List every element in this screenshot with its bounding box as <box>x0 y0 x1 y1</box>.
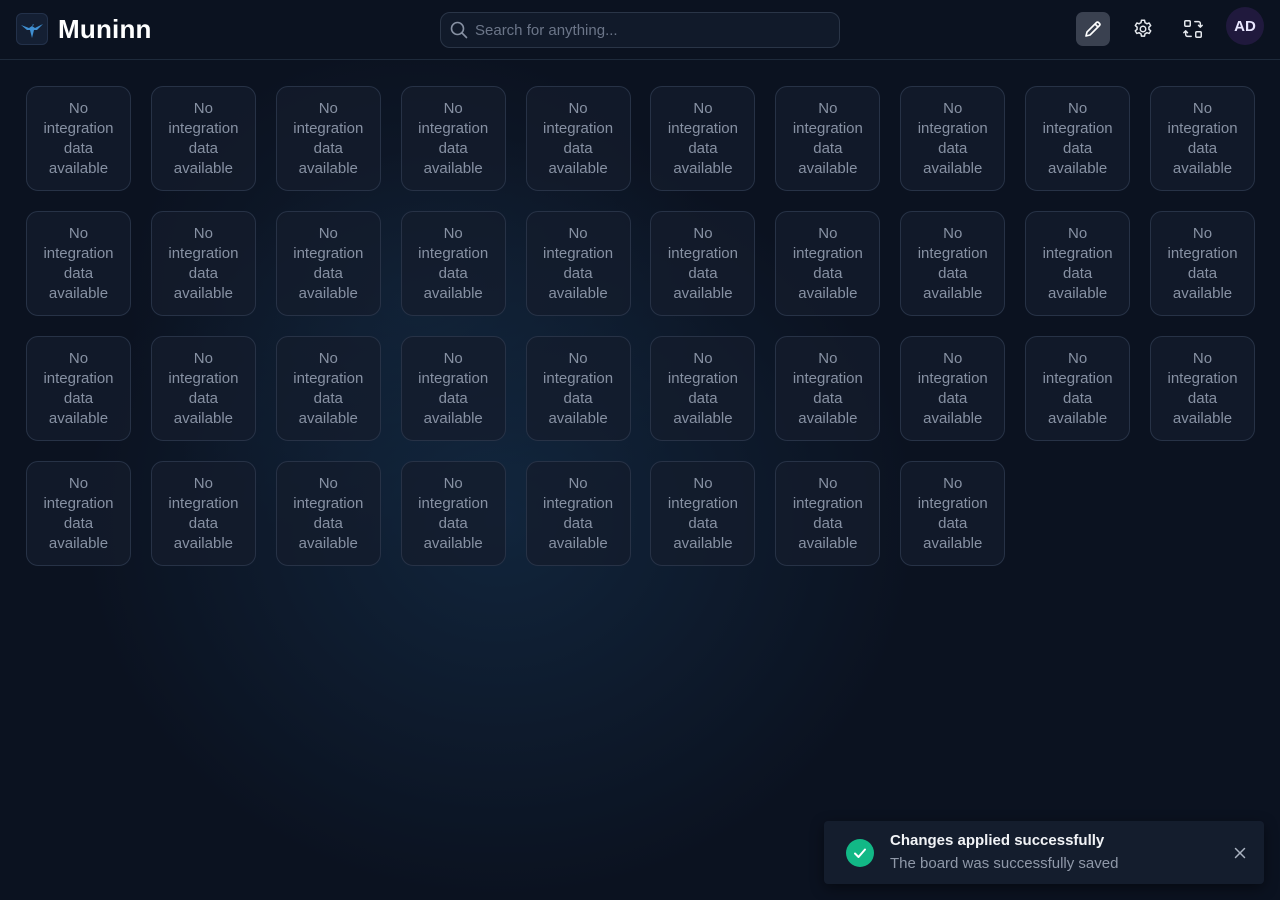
notification-toast: Changes applied successfully The board w… <box>824 821 1264 884</box>
check-icon <box>854 848 866 858</box>
widget-tile[interactable]: No integration data available <box>525 336 631 441</box>
widget-tile[interactable]: No integration data available <box>150 461 256 566</box>
widget-tile[interactable]: No integration data available <box>1025 336 1131 441</box>
widget-tile[interactable]: No integration data available <box>650 336 756 441</box>
widget-tile[interactable]: No integration data available <box>275 86 381 191</box>
logo[interactable] <box>16 13 48 45</box>
widget-tile[interactable]: No integration data available <box>1150 86 1256 191</box>
switch-arrows-icon <box>1183 20 1203 38</box>
search-input[interactable] <box>475 21 815 39</box>
close-icon <box>1234 847 1246 859</box>
widget-tile[interactable]: No integration data available <box>900 461 1006 566</box>
widget-tile[interactable]: No integration data available <box>400 461 506 566</box>
top-header: Muninn AD <box>0 0 1280 60</box>
widget-tile[interactable]: No integration data available <box>275 461 381 566</box>
widget-tile[interactable]: No integration data available <box>650 211 756 316</box>
widget-tile[interactable]: No integration data available <box>775 461 881 566</box>
widget-tile[interactable]: No integration data available <box>525 461 631 566</box>
search-bar[interactable] <box>440 12 840 48</box>
search-icon <box>449 20 469 40</box>
widget-tile[interactable]: No integration data available <box>26 86 131 191</box>
app-name: Muninn <box>58 14 152 44</box>
toast-message: The board was successfully saved <box>890 855 1119 872</box>
widget-tile[interactable]: No integration data available <box>1025 211 1131 316</box>
status-indicator <box>846 839 874 867</box>
widget-tile[interactable]: No integration data available <box>150 211 256 316</box>
widget-tile[interactable]: No integration data available <box>150 336 256 441</box>
widget-tile[interactable]: No integration data available <box>525 211 631 316</box>
board-grid: No integration data available No integrat… <box>26 86 1256 566</box>
avatar[interactable]: AD <box>1226 7 1264 45</box>
switch-board-button[interactable] <box>1176 12 1210 46</box>
widget-tile[interactable]: No integration data available <box>400 336 506 441</box>
raven-icon <box>21 24 43 38</box>
toast-title: Changes applied successfully <box>890 832 1105 849</box>
widget-tile[interactable]: No integration data available <box>775 336 881 441</box>
pencil-icon <box>1085 21 1101 37</box>
widget-tile[interactable]: No integration data available <box>650 86 756 191</box>
widget-tile[interactable]: No integration data available <box>650 461 756 566</box>
widget-tile[interactable]: No integration data available <box>900 86 1006 191</box>
widget-tile[interactable]: No integration data available <box>275 336 381 441</box>
settings-button[interactable] <box>1126 12 1160 46</box>
gear-icon <box>1134 19 1152 37</box>
edit-mode-button[interactable] <box>1076 12 1110 46</box>
toast-close-button[interactable] <box>1230 843 1250 863</box>
widget-tile[interactable]: No integration data available <box>900 211 1006 316</box>
widget-tile[interactable]: No integration data available <box>1150 336 1256 441</box>
widget-tile[interactable]: No integration data available <box>1025 86 1131 191</box>
widget-tile[interactable]: No integration data available <box>150 86 256 191</box>
widget-tile[interactable]: No integration data available <box>525 86 631 191</box>
widget-tile[interactable]: No integration data available <box>26 211 131 316</box>
widget-tile[interactable]: No integration data available <box>900 336 1006 441</box>
widget-tile[interactable]: No integration data available <box>26 461 131 566</box>
widget-tile[interactable]: No integration data available <box>400 86 506 191</box>
widget-tile[interactable]: No integration data available <box>1150 211 1256 316</box>
widget-tile[interactable]: No integration data available <box>775 211 881 316</box>
widget-tile[interactable]: No integration data available <box>400 211 506 316</box>
widget-tile[interactable]: No integration data available <box>775 86 881 191</box>
widget-tile[interactable]: No integration data available <box>26 336 131 441</box>
widget-tile[interactable]: No integration data available <box>275 211 381 316</box>
